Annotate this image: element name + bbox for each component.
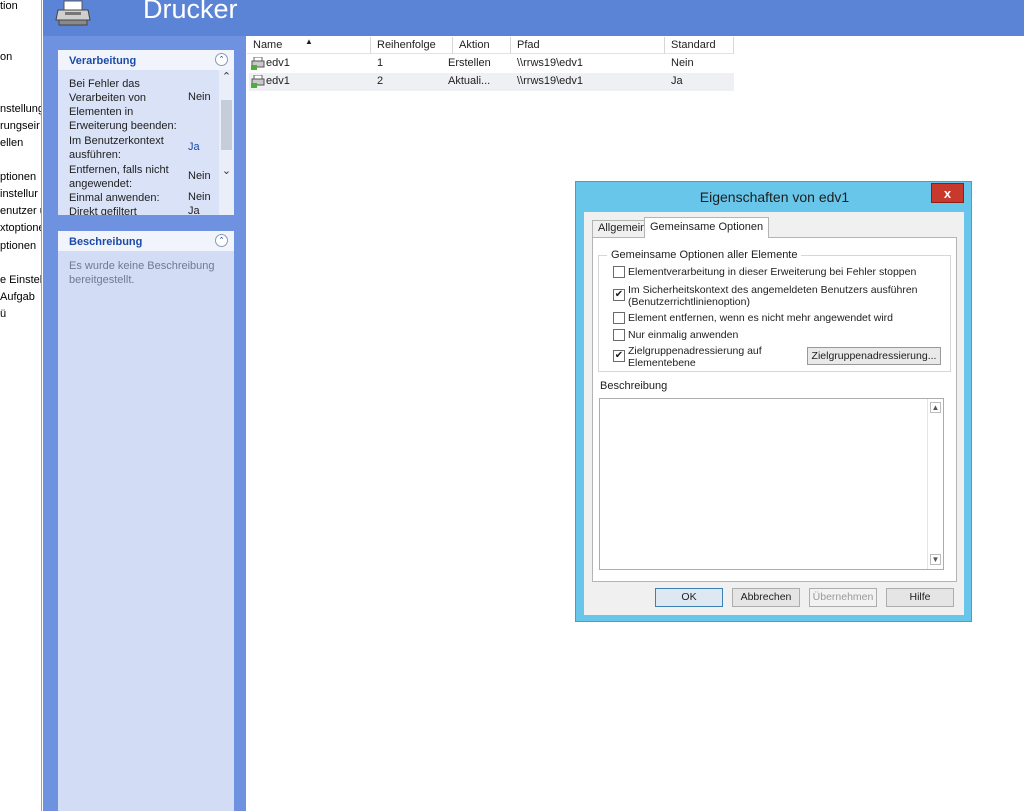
tree-item[interactable]: Aufgab bbox=[0, 291, 35, 303]
collapse-icon[interactable]: ⌃ bbox=[215, 234, 228, 247]
tab-common-options[interactable]: Gemeinsame Optionen bbox=[644, 217, 770, 238]
description-panel-title: Beschreibung bbox=[69, 236, 143, 248]
tree-item[interactable]: on bbox=[0, 51, 12, 63]
collapse-icon[interactable]: ⌃ bbox=[215, 53, 228, 66]
tree-item[interactable]: instellur bbox=[0, 188, 38, 200]
tab-page-common-options: Gemeinsame Optionen aller Elemente Eleme… bbox=[592, 237, 957, 582]
close-button[interactable]: x bbox=[931, 183, 964, 203]
processing-panel: Verarbeitung ⌃ Bei Fehler das Verarbeite… bbox=[58, 50, 234, 215]
checkbox-checked[interactable]: ✔ bbox=[613, 289, 625, 301]
cell-path: \\rrws19\edv1 bbox=[517, 75, 584, 87]
processing-scrollbar[interactable]: ⌃ ⌄ bbox=[219, 70, 234, 215]
cell-default: Ja bbox=[671, 75, 683, 87]
properties-dialog: Eigenschaften von edv1 x Allgemein Gemei… bbox=[575, 181, 972, 622]
tree-item[interactable]: tion bbox=[0, 0, 18, 12]
column-header-default[interactable]: Standard bbox=[665, 37, 734, 54]
dialog-body: Allgemein Gemeinsame Optionen Gemeinsame… bbox=[584, 212, 964, 615]
tree-item[interactable]: ptionen bbox=[0, 240, 36, 252]
property-label: Im Benutzerkontext ausführen: bbox=[69, 135, 164, 161]
scroll-up-icon[interactable]: ⌃ bbox=[220, 70, 233, 84]
tree-item[interactable]: xtoptione bbox=[0, 222, 41, 234]
group-title: Gemeinsame Optionen aller Elemente bbox=[607, 249, 802, 261]
column-label: Name bbox=[253, 39, 283, 51]
option-label: Im Sicherheitskontext des angemeldeten B… bbox=[628, 284, 918, 296]
option-label: Nur einmalig anwenden bbox=[628, 329, 739, 341]
property-value: Ja bbox=[188, 141, 200, 153]
header-band: Drucker bbox=[43, 0, 1024, 36]
cell-name: edv1 bbox=[266, 57, 290, 69]
sort-ascending-icon: ▲ bbox=[305, 37, 313, 46]
table-row[interactable]: edv1 2 Aktuali... \\rrws19\edv1 Ja bbox=[249, 73, 734, 91]
cell-path: \\rrws19\edv1 bbox=[517, 57, 584, 69]
cell-order: 2 bbox=[377, 75, 384, 87]
tree-item[interactable]: nstellung bbox=[0, 103, 41, 115]
navigation-tree: tion on nstellung rungseir ellen ptionen… bbox=[0, 0, 42, 811]
property-value: Nein bbox=[188, 91, 211, 103]
property-label: Bei Fehler das Verarbeiten von Elementen… bbox=[69, 78, 177, 132]
page-title: Drucker bbox=[143, 0, 238, 24]
description-panel: Beschreibung ⌃ Es wurde keine Beschreibu… bbox=[58, 231, 234, 811]
description-text: Es wurde keine Beschreibung bereitgestel… bbox=[69, 260, 215, 286]
dialog-title: Eigenschaften von edv1 bbox=[699, 189, 850, 205]
column-header-action[interactable]: Aktion bbox=[453, 37, 511, 54]
tree-item[interactable]: enutzer u bbox=[0, 205, 41, 217]
option-label-line2: Elementebene bbox=[628, 357, 696, 369]
property-value: Ja bbox=[188, 205, 200, 215]
description-panel-header[interactable]: Beschreibung ⌃ bbox=[58, 231, 234, 251]
table-row[interactable]: edv1 1 Erstellen \\rrws19\edv1 Nein bbox=[249, 55, 734, 73]
property-label: Entfernen, falls nicht angewendet: bbox=[69, 164, 169, 190]
checkbox[interactable] bbox=[613, 266, 625, 278]
column-header-name[interactable]: Name ▲ bbox=[247, 37, 371, 54]
tree-item[interactable]: ptionen bbox=[0, 171, 36, 183]
processing-panel-header[interactable]: Verarbeitung ⌃ bbox=[58, 50, 234, 70]
tree-item[interactable]: ü bbox=[0, 308, 6, 320]
printer-item-icon bbox=[251, 57, 265, 70]
printer-item-icon bbox=[251, 75, 265, 88]
tree-item[interactable]: e Einstel bbox=[0, 274, 41, 286]
targeting-button[interactable]: Zielgruppenadressierung... bbox=[807, 347, 941, 365]
checkbox-checked[interactable]: ✔ bbox=[613, 350, 625, 362]
description-scrollbar[interactable]: ▲ ▼ bbox=[927, 399, 943, 569]
property-label: Direkt gefiltert bbox=[69, 206, 137, 215]
property-label: Einmal anwenden: bbox=[69, 192, 160, 204]
tree-item[interactable]: rungseir bbox=[0, 120, 40, 132]
cell-order: 1 bbox=[377, 57, 384, 69]
cancel-button[interactable]: Abbrechen bbox=[732, 588, 800, 607]
apply-button[interactable]: Übernehmen bbox=[809, 588, 877, 607]
common-options-group: Gemeinsame Optionen aller Elemente Eleme… bbox=[598, 249, 951, 372]
checkbox[interactable] bbox=[613, 329, 625, 341]
scroll-down-icon[interactable]: ▼ bbox=[930, 554, 941, 565]
description-textarea[interactable]: ▲ ▼ bbox=[599, 398, 944, 570]
scroll-up-icon[interactable]: ▲ bbox=[930, 402, 941, 413]
cell-default: Nein bbox=[671, 57, 694, 69]
description-label: Beschreibung bbox=[600, 380, 668, 392]
column-header-order[interactable]: Reihenfolge bbox=[371, 37, 453, 54]
processing-properties: Bei Fehler das Verarbeiten von Elementen… bbox=[58, 70, 234, 215]
help-button[interactable]: Hilfe bbox=[886, 588, 954, 607]
processing-panel-title: Verarbeitung bbox=[69, 55, 137, 67]
checkbox[interactable] bbox=[613, 312, 625, 324]
column-header-path[interactable]: Pfad bbox=[511, 37, 665, 54]
ok-button[interactable]: OK bbox=[655, 588, 723, 607]
scroll-thumb[interactable] bbox=[221, 100, 232, 150]
property-value: Nein bbox=[188, 191, 211, 203]
cell-name: edv1 bbox=[266, 75, 290, 87]
scroll-down-icon[interactable]: ⌄ bbox=[220, 164, 233, 178]
option-label: Elementverarbeitung in dieser Erweiterun… bbox=[628, 266, 917, 278]
cell-action: Erstellen bbox=[448, 57, 491, 69]
cell-action: Aktuali... bbox=[448, 75, 491, 87]
tree-item[interactable]: ellen bbox=[0, 137, 23, 149]
property-value: Nein bbox=[188, 170, 211, 182]
option-label: Zielgruppenadressierung auf bbox=[628, 345, 762, 357]
option-label: Element entfernen, wenn es nicht mehr an… bbox=[628, 312, 893, 324]
task-pane: Verarbeitung ⌃ Bei Fehler das Verarbeite… bbox=[43, 36, 246, 811]
printer-icon bbox=[55, 0, 91, 26]
option-label-line2: (Benutzerrichtlinienoption) bbox=[628, 296, 750, 308]
